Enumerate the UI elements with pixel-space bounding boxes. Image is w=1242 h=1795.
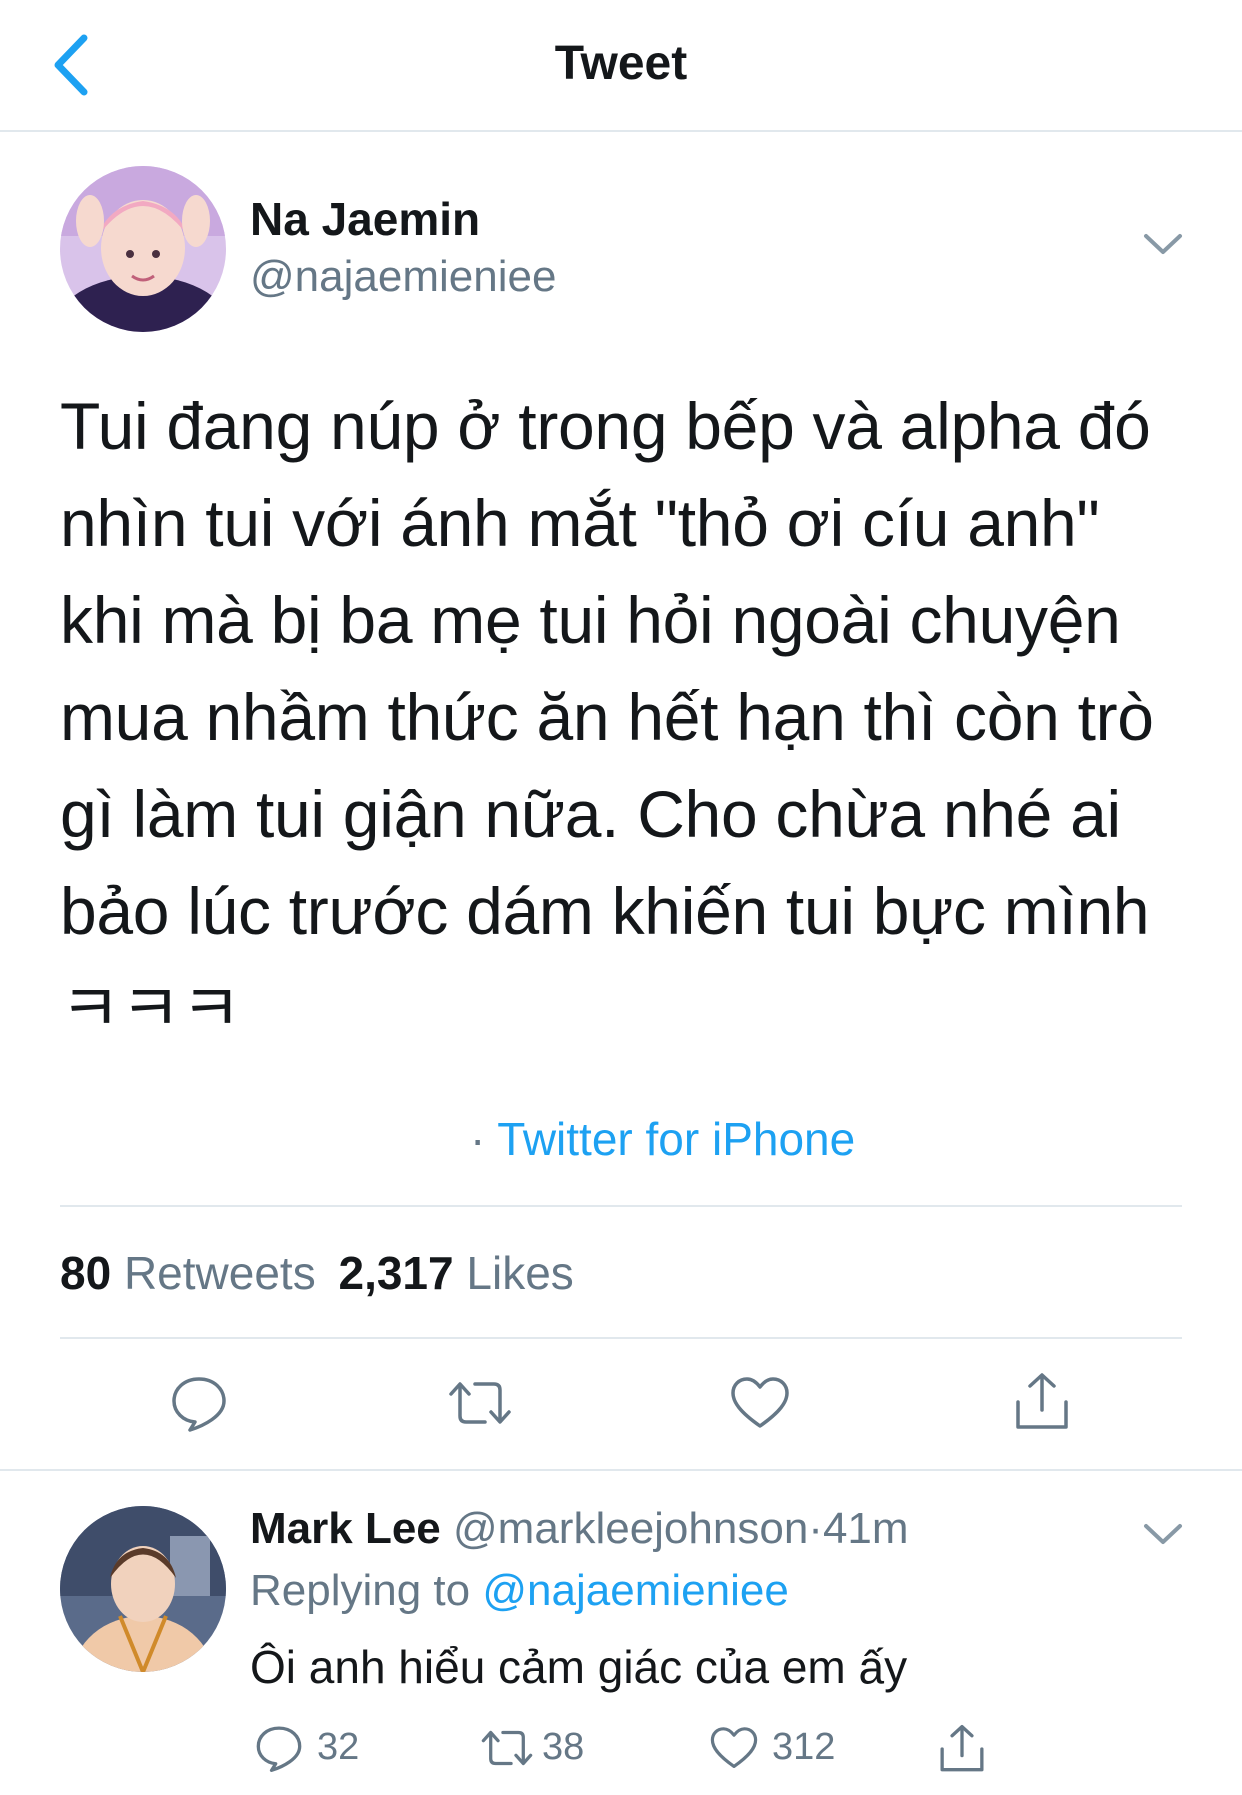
retweet-button[interactable] [447,1376,513,1430]
like-icon [731,1377,789,1428]
reply-text: Ôi anh hiểu cảm giác của em ấy [250,1641,908,1693]
retweet-icon [449,1382,511,1424]
reply-retweet-count: 38 [542,1726,585,1768]
reply-author-name[interactable]: Mark Lee [250,1504,441,1553]
reply-author-avatar[interactable] [60,1506,226,1672]
reply-share-button[interactable] [938,1722,986,1778]
retweet-label: Retweets [123,1247,316,1299]
avatar-image [60,166,226,332]
reply-options-button[interactable] [1140,1518,1186,1548]
like-label: Likes [466,1247,574,1299]
author-handle[interactable]: @najaemieniee [250,252,556,302]
reply-author-handle[interactable]: @markleejohnson [453,1504,808,1553]
source-separator: · [470,1113,486,1165]
tweet-options-button[interactable] [1140,228,1186,258]
section-divider [0,1469,1242,1471]
tweet-source: · Twitter for iPhone [470,1112,855,1166]
reply-button[interactable] [170,1374,228,1432]
source-link[interactable]: Twitter for iPhone [497,1113,855,1165]
author-avatar[interactable] [60,166,226,332]
like-count: 2,317 [338,1247,454,1299]
reply-action-bar: 32 38 312 [255,1722,1015,1778]
like-icon [710,1727,758,1768]
share-icon [1016,1373,1068,1429]
reply-header: Mark Lee @markleejohnson·41m [250,1504,909,1554]
tweet-stats: 80 Retweets 2,317 Likes [60,1246,574,1300]
retweet-stat[interactable]: 80 Retweets [60,1247,328,1299]
author-name[interactable]: Na Jaemin [250,192,480,246]
like-button[interactable] [730,1376,790,1430]
retweet-icon [481,1730,533,1766]
reply-avatar-image [60,1506,226,1672]
reply-reply-count: 32 [317,1726,360,1768]
share-icon [940,1725,984,1772]
retweet-count: 80 [60,1247,112,1299]
chevron-down-icon [1144,234,1182,254]
reply-icon [256,1726,302,1772]
tweet-text: Tui đang núp ở trong bếp và alpha đó nhì… [60,389,1154,1045]
replying-to-line: Replying to @najaemieniee [250,1566,789,1616]
top-navigation-bar: Tweet [0,0,1242,132]
chevron-down-icon [1144,1524,1182,1544]
replying-to-label: Replying to [250,1566,471,1615]
like-stat[interactable]: 2,317 Likes [338,1247,573,1299]
divider [60,1205,1182,1207]
replying-to-handle[interactable]: @najaemieniee [482,1566,788,1615]
page-title: Tweet [554,37,688,90]
share-button[interactable] [1013,1372,1071,1432]
reply-icon [172,1377,226,1432]
reply-timestamp: 41m [822,1504,909,1553]
reply-separator: · [808,1504,823,1553]
divider [60,1337,1182,1339]
reply-like-count: 312 [772,1726,836,1768]
